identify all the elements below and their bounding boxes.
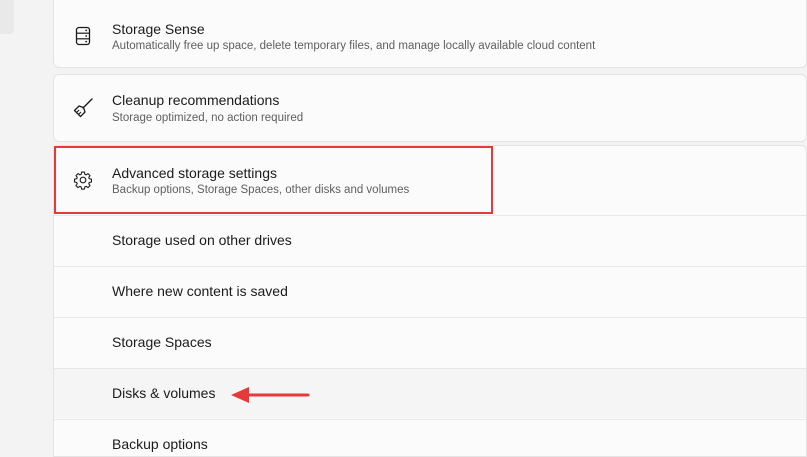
storage-drive-icon: [72, 25, 94, 47]
advanced-storage-settings-header[interactable]: Advanced storage settings Backup options…: [54, 146, 806, 214]
broom-icon: [72, 97, 94, 119]
storage-spaces-item[interactable]: Storage Spaces: [54, 317, 806, 367]
disks-and-volumes-label: Disks & volumes: [112, 385, 216, 401]
gear-icon: [72, 169, 94, 191]
storage-sense-description: Automatically free up space, delete temp…: [112, 40, 596, 52]
where-new-content-is-saved-item[interactable]: Where new content is saved: [54, 266, 806, 316]
storage-sense-title: Storage Sense: [112, 21, 205, 37]
disks-and-volumes-item[interactable]: Disks & volumes: [54, 368, 806, 418]
advanced-storage-settings-title: Advanced storage settings: [112, 165, 277, 181]
storage-used-on-other-drives-label: Storage used on other drives: [112, 232, 292, 248]
advanced-storage-settings-description: Backup options, Storage Spaces, other di…: [112, 184, 410, 196]
where-new-content-is-saved-label: Where new content is saved: [112, 283, 288, 299]
cleanup-recommendations-card[interactable]: Cleanup recommendations Storage optimize…: [53, 74, 807, 142]
storage-used-on-other-drives-item[interactable]: Storage used on other drives: [54, 215, 806, 265]
cleanup-title: Cleanup recommendations: [112, 92, 280, 108]
nav-pane-edge: [0, 0, 14, 34]
storage-sense-card[interactable]: Storage Sense Automatically free up spac…: [53, 0, 807, 68]
advanced-storage-settings-card: Advanced storage settings Backup options…: [53, 145, 807, 457]
arrow-annotation-icon: [231, 384, 311, 406]
backup-options-label: Backup options: [112, 436, 208, 452]
cleanup-description: Storage optimized, no action required: [112, 112, 304, 124]
backup-options-item[interactable]: Backup options: [54, 419, 806, 456]
storage-spaces-label: Storage Spaces: [112, 334, 212, 350]
